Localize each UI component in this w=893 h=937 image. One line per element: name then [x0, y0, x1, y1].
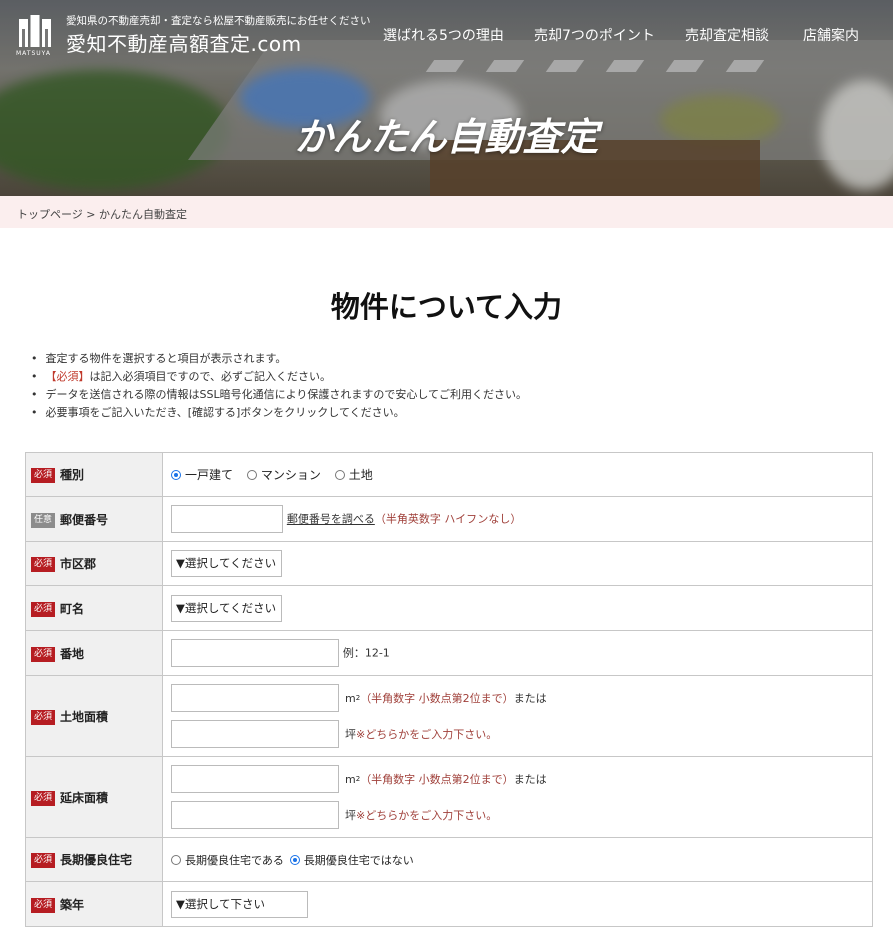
hero-banner: MATSUYA 愛知県の不動産売却・査定なら松屋不動産販売にお任せください 愛知… — [0, 0, 893, 196]
property-form: 必須 種別 一戸建て マンション 土地 任意 郵便番号 郵便番号を調べる（半角英数字… — [25, 452, 873, 927]
logo-text: MATSUYA — [16, 50, 51, 57]
radio-detached-house[interactable] — [171, 469, 181, 480]
form-row-type: 必須 種別 一戸建て マンション 土地 — [25, 452, 873, 497]
page-title: 物件について入力 — [330, 290, 563, 324]
lot-example: 例：12-1 — [342, 646, 390, 660]
field-hint: ※どちらかをご入力下さい。 — [356, 728, 498, 741]
site-tagline: 愛知県の不動産売却・査定なら松屋不動産販売にお任せください — [66, 15, 371, 27]
required-badge: 必須 — [31, 897, 55, 913]
floor-area-m2-input[interactable] — [171, 765, 339, 793]
nav-item-points[interactable]: 売却7つのポイント — [534, 25, 655, 45]
land-area-m2-input[interactable] — [171, 684, 339, 712]
field-hint: （半角数字 小数点第2位まで） — [360, 692, 514, 705]
site-name[interactable]: 愛知不動産高額査定.com — [66, 28, 302, 57]
field-label: 長期優良住宅 — [60, 853, 133, 867]
required-badge: 必須 — [31, 557, 55, 572]
lot-input[interactable] — [171, 639, 339, 667]
nav-item-consult[interactable]: 売却査定相談 — [685, 25, 769, 45]
note-item: 【必須】は記入必須項目ですので、必ずご記入ください。 — [31, 368, 527, 386]
optional-badge: 任意 — [31, 512, 55, 528]
radio-long-term-yes[interactable] — [171, 854, 181, 865]
zip-lookup-link[interactable]: 郵便番号を調べる — [287, 513, 375, 526]
form-row-lot: 必須 番地 例：12-1 — [25, 630, 873, 676]
instructions-list: 査定する物件を選択すると項目が表示されます。 【必須】は記入必須項目ですので、必… — [31, 350, 528, 422]
form-row-built-year: 必須 築年 ▼選択して下さい — [25, 881, 873, 927]
unit-label: 坪 — [345, 809, 356, 822]
unit-label: 坪 — [345, 728, 356, 741]
field-label: 町名 — [60, 601, 85, 616]
field-hint: ※どちらかをご入力下さい。 — [356, 809, 498, 822]
field-label: 市区郡 — [60, 557, 97, 571]
radio-label[interactable]: 土地 — [349, 468, 373, 482]
required-badge: 必須 — [31, 790, 55, 806]
form-row-long-term: 必須 長期優良住宅 長期優良住宅である 長期優良住宅ではない — [25, 837, 873, 882]
field-label: 番地 — [60, 646, 85, 661]
zip-hint: （半角英数字 ハイフンなし） — [374, 512, 522, 526]
unit-label: m — [345, 772, 356, 786]
required-badge: 必須 — [31, 601, 55, 617]
field-label: 延床面積 — [60, 790, 109, 805]
form-row-town: 必須 町名 ▼選択してください — [25, 585, 873, 631]
zip-input[interactable] — [171, 505, 283, 533]
form-row-zip: 任意 郵便番号 郵便番号を調べる（半角英数字 ハイフンなし） — [25, 496, 873, 542]
or-label: または — [513, 692, 547, 705]
radio-long-term-no[interactable] — [289, 854, 300, 865]
radio-label[interactable]: 一戸建て — [185, 468, 233, 482]
field-label: 土地面積 — [60, 709, 109, 724]
form-row-floor-area: 必須 延床面積 m 2 （半角数字 小数点第2位まで） または 坪 ※どちらかをご入力下さ… — [25, 756, 873, 838]
required-badge: 必須 — [31, 646, 55, 662]
form-row-city: 必須 市区郡 ▼選択してください — [25, 541, 873, 586]
field-label: 郵便番号 — [60, 512, 109, 527]
built-year-select[interactable]: ▼選択して下さい — [171, 890, 308, 918]
field-hint: （半角数字 小数点第2位まで） — [360, 773, 514, 786]
radio-label[interactable]: 長期優良住宅ではない — [304, 854, 414, 867]
radio-mansion[interactable] — [246, 469, 257, 480]
required-marker: 【必須】 — [45, 370, 90, 383]
land-area-tsubo-input[interactable] — [171, 720, 339, 748]
floor-area-tsubo-input[interactable] — [171, 801, 339, 829]
unit-label: m — [345, 691, 356, 705]
radio-label[interactable]: 長期優良住宅である — [185, 854, 284, 867]
or-label: または — [513, 773, 547, 786]
breadcrumb[interactable]: トップページ > かんたん自動査定 — [0, 196, 893, 228]
nav-item-stores[interactable]: 店舗案内 — [803, 25, 859, 45]
note-item: 必要事項をご記入いただき、[確認する]ボタンをクリックしてください。 — [31, 404, 527, 422]
form-row-land-area: 必須 土地面積 m 2 （半角数字 小数点第2位まで） または 坪 ※どちらかをご入力下さ… — [25, 675, 873, 757]
nav-item-reasons[interactable]: 選ばれる5つの理由 — [383, 25, 504, 45]
note-item: 査定する物件を選択すると項目が表示されます。 — [31, 350, 527, 368]
radio-land[interactable] — [334, 469, 345, 480]
required-badge: 必須 — [31, 853, 55, 868]
required-badge: 必須 — [31, 709, 55, 725]
city-select[interactable]: ▼選択してください — [171, 550, 282, 577]
required-badge: 必須 — [31, 468, 55, 483]
town-select[interactable]: ▼選択してください — [171, 594, 282, 622]
note-item: データを送信される際の情報はSSL暗号化通信により保護されますので安心してご利用… — [31, 386, 528, 404]
field-label: 築年 — [60, 897, 85, 912]
field-label: 種別 — [60, 468, 85, 482]
logo-icon[interactable] — [18, 15, 52, 49]
radio-label[interactable]: マンション — [261, 468, 321, 482]
hero-title: かんたん自動査定 — [294, 115, 599, 159]
